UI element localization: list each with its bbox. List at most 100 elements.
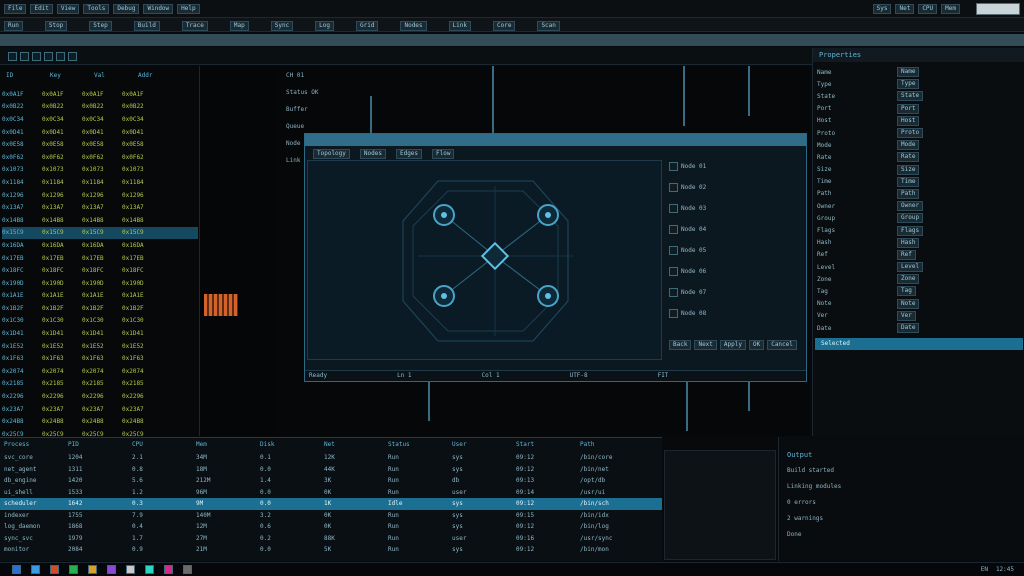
tray-item[interactable]: EN [981,566,988,573]
property-row[interactable]: Date Date [817,322,1021,334]
toolbar-button[interactable]: Scan [537,21,560,31]
table-row[interactable]: sync_svc 1979 1.7 27M 0.2 88K Run user 09:16/usr… [0,533,662,545]
list-item[interactable]: 0x24B8 0x24B8 0x24B8 0x24B8 [2,415,198,428]
property-value[interactable]: Owner [897,201,924,212]
property-value[interactable]: State [897,91,924,102]
list-item[interactable]: 0x2296 0x2296 0x2296 0x2296 [2,390,198,403]
list-item[interactable]: 0x13A7 0x13A7 0x13A7 0x13A7 [2,201,198,214]
dialog-button[interactable]: Back [669,340,692,350]
list-item[interactable]: 0x17EB 0x17EB 0x17EB 0x17EB [2,252,198,265]
table-header-cell[interactable]: CPU [132,441,196,448]
property-row[interactable]: Proto Proto [817,127,1021,139]
list-item[interactable]: 0x18FC 0x18FC 0x18FC 0x18FC [2,264,198,277]
hub-icon[interactable] [480,241,510,271]
property-row[interactable]: Owner Owner [817,200,1021,212]
property-value[interactable]: Level [897,262,924,273]
dialog-side-item[interactable]: Node 03 [669,204,801,213]
dialog-tab[interactable]: Edges [395,149,423,159]
list-item[interactable]: 0x23A7 0x23A7 0x23A7 0x23A7 [2,403,198,416]
list-item[interactable]: 0x1C30 0x1C30 0x1C30 0x1C30 [2,315,198,328]
mail-icon[interactable] [88,565,97,574]
list-item[interactable]: 0x1F63 0x1F63 0x1F63 0x1F63 [2,352,198,365]
table-header-cell[interactable]: Start [516,441,580,448]
property-value[interactable]: Rate [897,152,920,163]
browser-icon[interactable] [50,565,59,574]
terminal-icon[interactable] [69,565,78,574]
table-header-cell[interactable]: Process [4,441,68,448]
property-value[interactable]: Group [897,213,924,224]
new-icon[interactable] [8,52,17,61]
folder-icon[interactable] [183,565,192,574]
list-item[interactable]: 0x1A1E 0x1A1E 0x1A1E 0x1A1E [2,290,198,303]
property-row[interactable]: Rate Rate [817,151,1021,163]
property-value[interactable]: Ver [897,310,916,321]
dialog-button[interactable]: OK [748,340,765,350]
table-row[interactable]: net_agent 1311 0.8 18M 0.0 44K Run sys 09:12/bin… [0,464,662,476]
property-row[interactable]: Size Size [817,164,1021,176]
list-item[interactable]: 0x0F62 0x0F62 0x0F62 0x0F62 [2,151,198,164]
list-item[interactable]: 0x0E58 0x0E58 0x0E58 0x0E58 [2,138,198,151]
toolbar-button[interactable]: Link [448,21,471,31]
list-item[interactable]: 0x0A1F 0x0A1F 0x0A1F 0x0A1F [2,88,198,101]
list-item[interactable]: 0x25C9 0x25C9 0x25C9 0x25C9 [2,428,198,436]
menu-item[interactable]: Window [143,4,174,14]
property-value[interactable]: Zone [897,274,920,285]
property-row[interactable]: Type Type [817,78,1021,90]
property-value[interactable]: Note [897,298,920,309]
property-value[interactable]: Flags [897,225,924,236]
property-value[interactable]: Host [897,115,920,126]
property-row[interactable]: Hash Hash [817,237,1021,249]
list-item[interactable]: 0x0B22 0x0B22 0x0B22 0x0B22 [2,101,198,114]
property-value[interactable]: Time [897,176,920,187]
open-icon[interactable] [20,52,29,61]
list-item[interactable]: 0x0D41 0x0D41 0x0D41 0x0D41 [2,126,198,139]
dialog-tab[interactable]: Flow [432,149,455,159]
property-value[interactable]: Mode [897,140,920,151]
toolbar-button[interactable]: Run [4,21,23,31]
property-row[interactable]: Mode Mode [817,139,1021,151]
toolbar-button[interactable]: Map [229,21,249,31]
property-value[interactable]: Date [897,323,920,334]
property-row[interactable]: Ref Ref [817,249,1021,261]
property-row[interactable]: Level Level [817,261,1021,273]
dialog-button[interactable]: Next [694,340,717,350]
paste-icon[interactable] [68,52,77,61]
dialog-button[interactable]: Cancel [767,340,797,350]
property-value[interactable]: Name [897,67,920,78]
list-item[interactable]: 0x1184 0x1184 0x1184 0x1184 [2,176,198,189]
toolbar-button[interactable]: Core [492,21,516,31]
menu-item[interactable]: Tools [83,4,110,14]
list-item[interactable]: 0x14B8 0x14B8 0x14B8 0x14B8 [2,214,198,227]
copy-icon[interactable] [56,52,65,61]
dialog-side-item[interactable]: Node 07 [669,288,801,297]
list-item[interactable]: 0x1296 0x1296 0x1296 0x1296 [2,189,198,202]
list-item[interactable]: 0x2074 0x2074 0x2074 0x2074 [2,365,198,378]
toolbar-button[interactable]: Trace [181,21,208,31]
property-value[interactable]: Proto [897,128,924,139]
property-row[interactable]: Note Note [817,298,1021,310]
dialog-side-item[interactable]: Node 08 [669,309,801,318]
property-value[interactable]: Path [897,188,920,199]
menu-item[interactable]: Help [177,4,200,14]
cut-icon[interactable] [44,52,53,61]
table-row[interactable]: db_engine 1420 5.6 212M 1.4 3K Run db 09:13/opt/… [0,475,662,487]
dialog-side-item[interactable]: Node 01 [669,162,801,171]
property-value[interactable]: Type [897,79,920,90]
toolbar-button[interactable]: Step [89,21,112,31]
property-row[interactable]: Time Time [817,176,1021,188]
table-header-cell[interactable]: PID [68,441,132,448]
list-item[interactable]: 0x2185 0x2185 0x2185 0x2185 [2,378,198,391]
toolbar-button[interactable]: Build [133,21,160,31]
property-row[interactable]: Group Group [817,212,1021,224]
files-icon[interactable] [31,565,40,574]
start-icon[interactable] [12,565,21,574]
music-icon[interactable] [164,565,173,574]
property-row[interactable]: Flags Flags [817,224,1021,236]
save-icon[interactable] [32,52,41,61]
list-item[interactable]: 0x1D41 0x1D41 0x1D41 0x1D41 [2,327,198,340]
tray-item[interactable]: 12:45 [996,566,1014,573]
table-row[interactable]: ui_shell 1533 1.2 96M 0.0 0K Run user 09:14/usr/… [0,487,662,499]
right-selected-row[interactable]: Selected [815,338,1023,350]
menu-item[interactable]: View [56,4,80,14]
property-value[interactable]: Tag [897,286,916,297]
